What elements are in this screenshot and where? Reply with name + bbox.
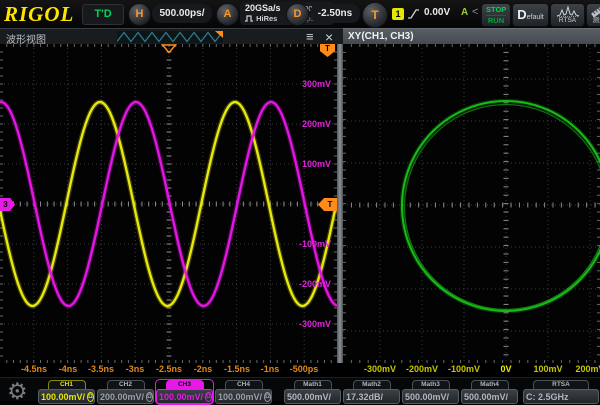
x-label: -2.5ns [156, 364, 182, 374]
ch4-scale: 100.00mV/ [218, 392, 262, 402]
rtsa-label: RTSA [551, 17, 584, 24]
math2-status-box[interactable]: Math2 17.32dB/ [343, 380, 400, 404]
ch2-status-box[interactable]: CH2 200.00mV/ Ω [97, 380, 154, 404]
x-label: -200mV [406, 364, 438, 374]
math3-tab: Math3 [412, 380, 450, 389]
close-icon[interactable]: × [325, 30, 333, 44]
ch3-tab: CH3 [166, 380, 204, 389]
timebase-value[interactable]: 500.00ps/ [152, 4, 212, 23]
math2-tab: Math2 [353, 380, 391, 389]
xy-view-title: XY(CH1, CH3) [348, 31, 414, 42]
trigger-source-badge[interactable]: 1 [392, 8, 404, 20]
x-label: -100mV [448, 364, 480, 374]
x-label: -1ns [261, 364, 280, 374]
math1-tab: Math1 [294, 380, 332, 389]
trigger-menu-button[interactable]: T [362, 2, 388, 28]
waveform-grid-svg [0, 44, 337, 363]
y-label: 200mV [302, 119, 331, 129]
impedance-icon: Ω [146, 392, 153, 402]
xy-axis-labels: -300mV -200mV -100mV 0V 100mV 200mV [343, 363, 600, 377]
x-label: -4.5ns [21, 364, 47, 374]
y-label: 300mV [302, 79, 331, 89]
preview-zigzag [117, 31, 223, 43]
rtsa-freq: C: 2.5GHz [526, 392, 569, 402]
oscilloscope-screen: { "topbar": { "logo": "RIGOL", "trigger_… [0, 0, 600, 400]
xy-display-area[interactable] [343, 44, 600, 363]
delay-menu-button[interactable]: D [286, 3, 309, 26]
impedance-icon: Ω [205, 392, 212, 402]
square-wave-icon [245, 15, 254, 22]
collapse-chevron-icon[interactable]: < [472, 6, 478, 18]
channel-status-bar: ⚙ CH1 100.00mV/ Ω CH2 200.00mV/ Ω CH3 10… [0, 377, 600, 401]
xy-grid-svg [343, 44, 600, 363]
ch4-tab: CH4 [225, 380, 263, 389]
sample-rate: 20GSa/s [245, 3, 281, 13]
x-label: -4ns [59, 364, 78, 374]
top-status-bar: RIGOL T'D H 500.00ps/ A 20GSa/s HiRes 1 0… [0, 0, 600, 28]
ch2-tab: CH2 [107, 380, 145, 389]
math3-scale: 500.00mV/ [405, 392, 449, 402]
gear-icon[interactable]: ⚙ [7, 378, 28, 405]
rtsa-tab: RTSA [533, 380, 589, 389]
x-label: -300mV [364, 364, 396, 374]
waveform-preview-strip[interactable] [117, 31, 223, 43]
acq-mode: HiRes [245, 14, 277, 23]
ch4-status-box[interactable]: CH4 100.00mV/ Ω [215, 380, 272, 404]
ch2-scale: 200.00mV/ [100, 392, 144, 402]
x-label: -2ns [194, 364, 213, 374]
x-label: -3ns [126, 364, 145, 374]
y-label: -100mV [299, 239, 331, 249]
trigger-level-value[interactable]: 0.00V [424, 7, 450, 18]
ch3-status-box[interactable]: CH3 100.00mV/ Ω [156, 380, 213, 404]
x-label: -1.5ns [224, 364, 250, 374]
x-label: 0V [500, 364, 511, 374]
ruler-icon [590, 5, 600, 17]
trigger-sweep-auto: A [461, 7, 468, 18]
rigol-logo: RIGOL [4, 2, 74, 27]
xy-view-header: XY(CH1, CH3) [343, 28, 600, 45]
default-button[interactable]: Default [512, 3, 549, 27]
math4-status-box[interactable]: Math4 500.00mV/ [461, 380, 518, 404]
y-label: -300mV [299, 319, 331, 329]
x-label: -500ps [290, 364, 319, 374]
waveform-display-area[interactable]: T T 3 300mV 200mV 100mV -100mV -200mV -3… [0, 44, 337, 363]
horizontal-menu-button[interactable]: H [128, 3, 151, 26]
math1-status-box[interactable]: Math1 500.00mV/ [284, 380, 341, 404]
trigger-status-badge: T'D [82, 4, 124, 25]
x-label: 100mV [533, 364, 562, 374]
stop-label: STOP [486, 5, 506, 16]
trigger-position-icon[interactable] [161, 44, 177, 54]
ch1-tab: CH1 [48, 380, 86, 389]
delay-value[interactable]: -2.50ns [310, 4, 360, 23]
acquisition-menu-button[interactable]: A [216, 3, 239, 26]
impedance-icon: Ω [264, 392, 271, 402]
x-label: -3.5ns [88, 364, 114, 374]
math3-status-box[interactable]: Math3 500.00mV/ [402, 380, 459, 404]
time-axis-labels: -4.5ns -4ns -3.5ns -3ns -2.5ns -2ns -1.5ns -… [0, 363, 337, 377]
y-label: -200mV [299, 279, 331, 289]
rtsa-status-box[interactable]: RTSA C: 2.5GHz [523, 380, 599, 404]
measure-button[interactable]: 测量 [586, 3, 600, 27]
spectrum-icon [556, 6, 580, 17]
x-label: 200mV [575, 364, 600, 374]
ch1-status-box[interactable]: CH1 100.00mV/ Ω [38, 380, 95, 404]
y-label: 100mV [302, 159, 331, 169]
math1-scale: 500.00mV/ [287, 392, 331, 402]
rising-edge-icon [407, 8, 420, 20]
stop-run-button[interactable]: STOP RUN [481, 3, 511, 27]
rtsa-button[interactable]: RTSA [550, 3, 585, 27]
menu-icon[interactable]: ≡ [306, 30, 314, 44]
math2-scale: 17.32dB/ [346, 392, 383, 402]
run-label: RUN [482, 16, 510, 25]
waveform-view-header: 波形视图 ≡ × [0, 28, 343, 45]
ch1-scale: 100.00mV/ [41, 392, 85, 402]
math4-tab: Math4 [471, 380, 509, 389]
impedance-icon: Ω [87, 392, 94, 402]
ch3-scale: 100.00mV/ [159, 392, 203, 402]
measure-label: 测量 [587, 17, 600, 24]
math4-scale: 500.00mV/ [464, 392, 508, 402]
